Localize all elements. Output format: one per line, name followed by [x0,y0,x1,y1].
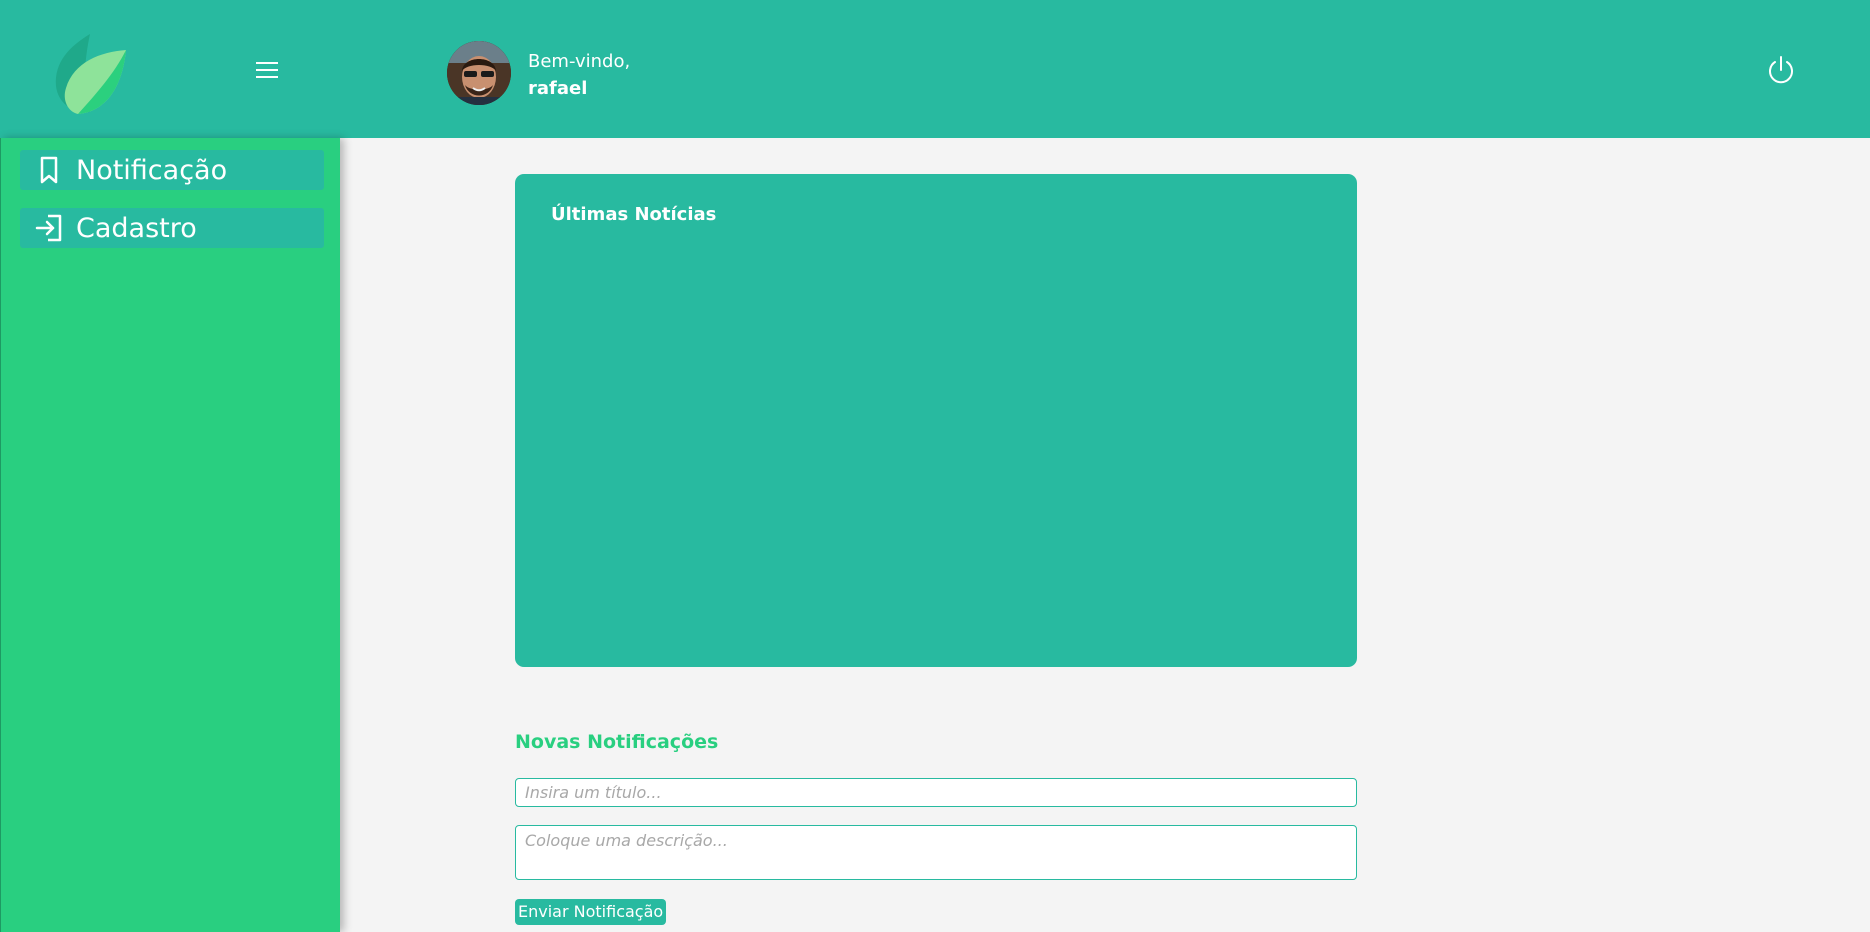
bookmark-icon [34,155,64,185]
notification-title-input[interactable] [515,778,1357,807]
new-notifications-heading: Novas Notificações [515,731,719,753]
welcome-message: Bem-vindo, rafael [528,48,630,102]
latest-news-panel: Últimas Notícias [515,174,1357,667]
sidebar-item-cadastro[interactable]: Cadastro [20,208,324,248]
latest-news-title: Últimas Notícias [551,204,717,225]
sidebar: Notificação Cadastro [0,138,340,932]
sidebar-item-label: Notificação [76,154,228,186]
power-icon[interactable] [1765,53,1797,87]
login-arrow-icon [34,213,64,243]
welcome-text: Bem-vindo, [528,51,631,72]
sidebar-item-notificacao[interactable]: Notificação [20,150,324,190]
sidebar-item-label: Cadastro [76,212,197,244]
username: rafael [528,78,588,99]
top-header: Bem-vindo, rafael [0,0,1870,138]
hamburger-menu-icon[interactable] [252,56,284,84]
avatar [447,41,511,105]
leaf-logo-icon [52,32,128,116]
send-notification-button[interactable]: Enviar Notificação [515,899,667,925]
notification-description-input[interactable] [515,825,1357,880]
